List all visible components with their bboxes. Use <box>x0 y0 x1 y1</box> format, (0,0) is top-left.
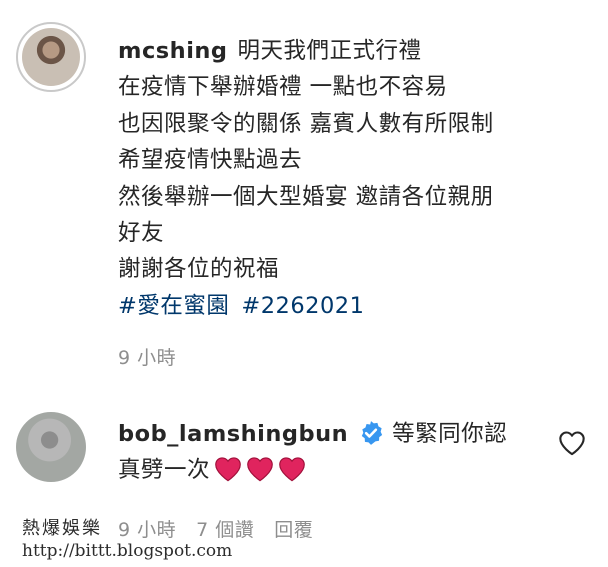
caption-line-1: mcshing 明天我們正式行禮 <box>118 33 578 69</box>
reply-timestamp: 9 小時 <box>118 519 177 541</box>
caption-line-7: 謝謝各位的祝福 <box>118 256 280 283</box>
reply-button[interactable]: 回覆 <box>274 519 313 541</box>
red-heart-emoji-icon <box>215 457 241 482</box>
hashtags: #愛在蜜園 #2262021 <box>118 288 578 324</box>
caption-line-3: 也因限聚令的關係 嘉賓人數有所限制 <box>118 110 494 137</box>
reply-likes-count[interactable]: 7 個讚 <box>196 519 254 541</box>
reply-meta: 9 小時 7 個讚 回覆 <box>118 515 333 542</box>
watermark-title: 熱爆娛樂 <box>22 518 102 539</box>
avatar-image <box>22 28 80 86</box>
post-caption: mcshing 明天我們正式行禮 在疫情下舉辦婚禮 一點也不容易 也因限聚令的關係… <box>118 33 578 324</box>
reply-text: 等緊同你認 <box>392 421 508 447</box>
hashtag-link[interactable]: #2262021 <box>241 293 364 319</box>
reply-line-2: 真劈一次 <box>118 452 558 488</box>
caption-line-5: 然後舉辦一個大型婚宴 邀請各位親朋 <box>118 183 494 210</box>
reply-comment: bob_lamshingbun 等緊同你認 真劈一次 <box>118 416 558 489</box>
post-author-avatar[interactable] <box>16 22 86 92</box>
red-heart-emoji-icon <box>247 457 273 482</box>
red-heart-emoji-icon <box>279 457 305 482</box>
caption-text: 明天我們正式行禮 <box>237 38 422 64</box>
reply-author-avatar[interactable] <box>16 412 86 482</box>
hashtag-link[interactable]: #愛在蜜園 <box>118 293 229 319</box>
reply-line-1: bob_lamshingbun 等緊同你認 <box>118 416 558 452</box>
caption-line-6: 好友 <box>118 220 165 247</box>
like-heart-icon[interactable] <box>558 430 586 456</box>
post-timestamp: 9 小時 <box>118 347 177 369</box>
reply-text: 真劈一次 <box>118 457 211 484</box>
caption-line-2: 在疫情下舉辦婚禮 一點也不容易 <box>118 74 448 101</box>
post-username[interactable]: mcshing <box>118 38 228 64</box>
watermark-url: http://bittt.blogspot.com <box>22 541 233 561</box>
verified-badge-icon <box>361 421 383 445</box>
reply-username[interactable]: bob_lamshingbun <box>118 421 348 447</box>
caption-line-4: 希望疫情快點過去 <box>118 147 303 174</box>
